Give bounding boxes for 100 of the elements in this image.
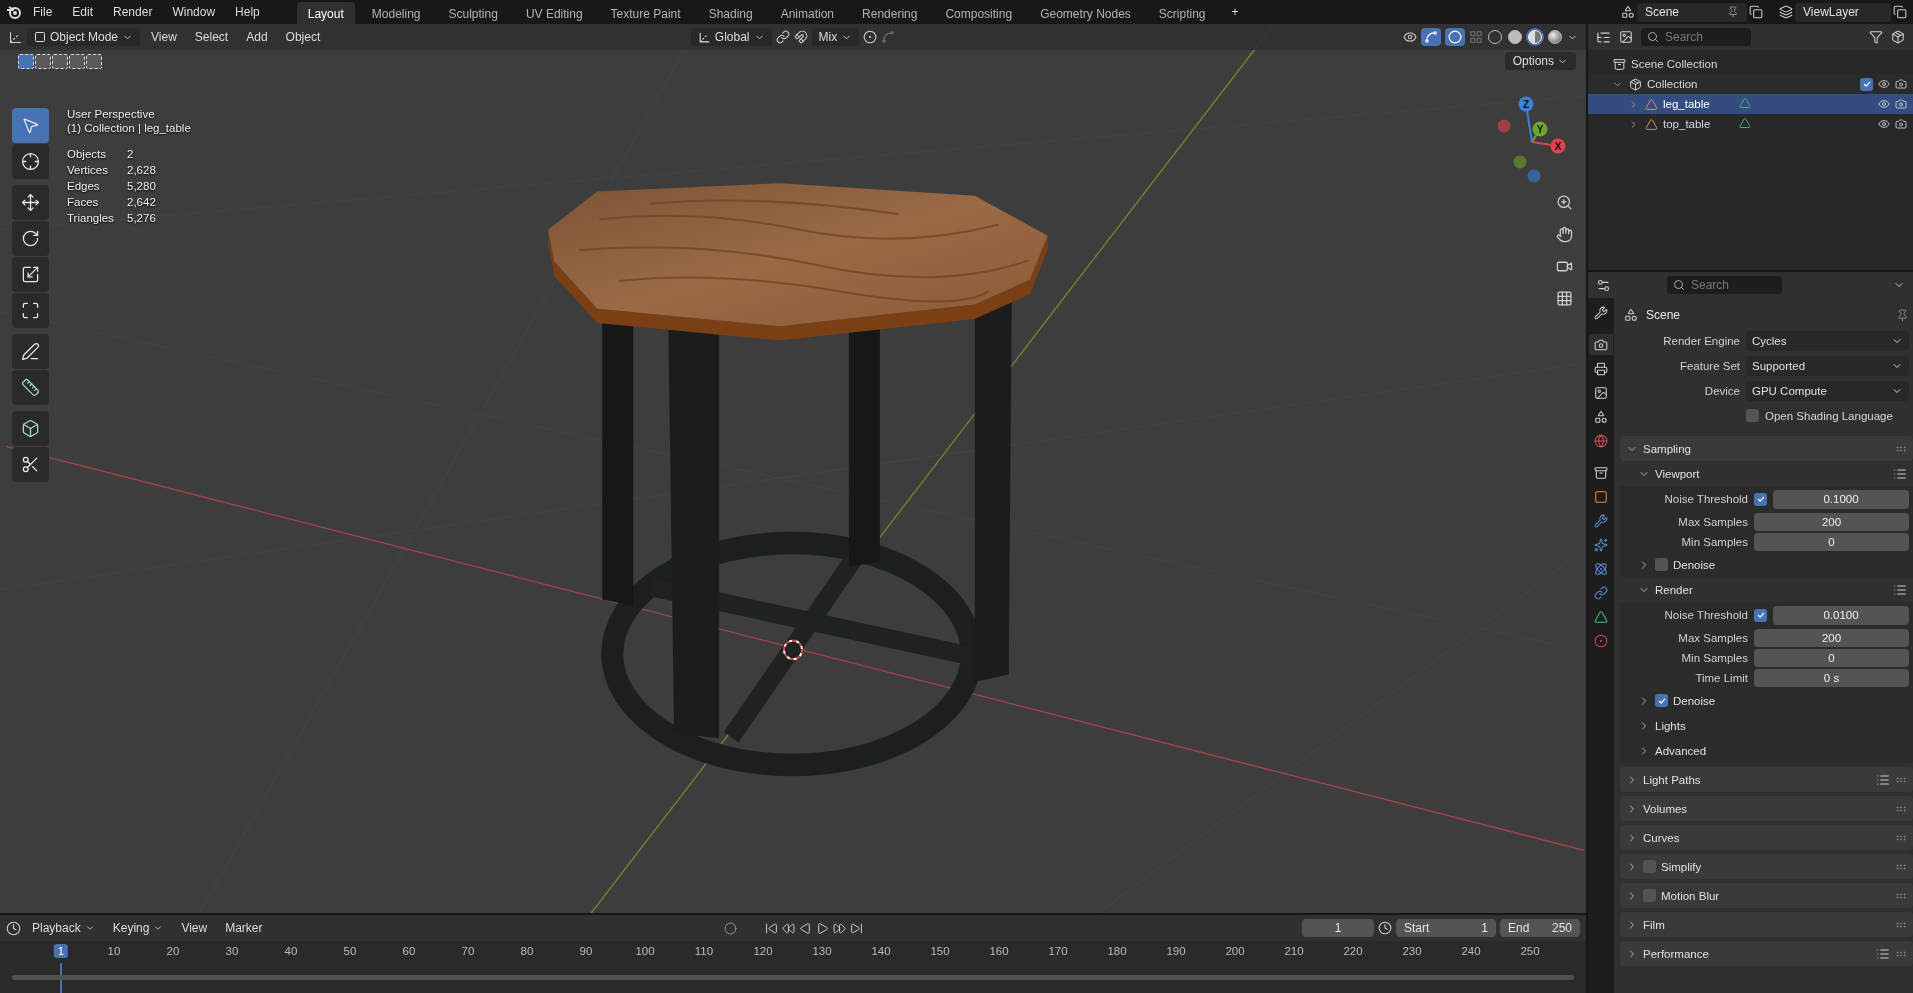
axis-handle[interactable] (1513, 155, 1527, 169)
visibility-icon[interactable] (1403, 30, 1417, 44)
checkbox[interactable] (1643, 889, 1656, 902)
workspace-tab[interactable]: UV Editing (514, 2, 594, 25)
overlay-toggle[interactable] (1445, 28, 1465, 46)
subpanel-header[interactable]: Viewport (1620, 461, 1913, 486)
pin-icon[interactable] (1896, 308, 1909, 322)
presets-icon[interactable] (1876, 772, 1890, 787)
preview-range-icon[interactable] (1378, 921, 1392, 935)
panel-header[interactable]: Sampling (1620, 436, 1913, 461)
workspace-tab[interactable]: Scripting (1147, 2, 1217, 25)
editor-type-icon[interactable] (1596, 277, 1611, 293)
workspace-tab[interactable]: Rendering (851, 2, 929, 25)
menu-item[interactable]: Help (226, 2, 269, 22)
grid-icon[interactable] (1555, 289, 1573, 307)
current-frame-field[interactable]: 1 (1302, 919, 1374, 937)
render-camera-icon[interactable] (1895, 118, 1907, 130)
subpanel-header[interactable]: Advanced (1620, 738, 1913, 763)
selection-mode-button[interactable] (86, 53, 102, 69)
presets-icon[interactable] (1876, 946, 1890, 961)
search-field[interactable]: Search (1641, 28, 1751, 46)
play-icon[interactable] (815, 921, 829, 935)
gizmo-toggle[interactable] (1421, 28, 1441, 46)
subpanel-header[interactable]: Render (1620, 577, 1913, 602)
number-field[interactable]: 0.0100 (1773, 605, 1909, 625)
proportional-edit-icon[interactable] (863, 30, 878, 44)
number-field[interactable]: 0 (1754, 533, 1909, 551)
panel-header[interactable]: Film (1620, 912, 1913, 937)
outliner-row[interactable]: Scene Collection (1588, 54, 1913, 74)
menu-item[interactable]: Marker (218, 919, 270, 937)
pivot-icon[interactable] (775, 30, 790, 44)
new-collection-icon[interactable] (1891, 30, 1905, 44)
checkbox[interactable] (1655, 558, 1668, 571)
orientation-dropdown[interactable]: Global (690, 28, 772, 46)
selection-mode-button[interactable] (18, 53, 34, 69)
add-workspace-button[interactable]: + (1222, 2, 1248, 22)
visibility-eye-icon[interactable] (1878, 118, 1890, 130)
menu-item[interactable]: Edit (63, 2, 103, 22)
outliner-row[interactable]: leg_table (1588, 94, 1913, 114)
checkbox[interactable] (1643, 860, 1656, 873)
zoom-icon[interactable] (1555, 193, 1573, 211)
scene-field[interactable]: Scene (1637, 2, 1747, 22)
tool-button[interactable] (12, 185, 49, 220)
panel-header[interactable]: Volumes (1620, 796, 1913, 821)
dropdown-field[interactable]: Cycles (1746, 330, 1909, 351)
number-field[interactable]: 0 (1754, 649, 1909, 667)
menu-item[interactable]: Window (163, 2, 225, 22)
xray-icon[interactable] (1469, 30, 1483, 44)
tool-button[interactable] (12, 221, 49, 256)
number-field[interactable]: 200 (1754, 629, 1909, 647)
workspace-tab[interactable]: Compositing (934, 2, 1024, 25)
hand-icon[interactable] (1555, 225, 1573, 243)
menu-item[interactable]: Select (187, 28, 236, 46)
visibility-eye-icon[interactable] (1878, 78, 1890, 90)
subpanel-header[interactable]: Lights (1620, 713, 1913, 738)
mesh-data-icon[interactable] (1739, 116, 1752, 129)
panel-header[interactable]: Light Paths (1620, 767, 1913, 792)
panel-header[interactable]: Performance (1620, 941, 1913, 966)
workspace-tab[interactable]: Animation (769, 2, 846, 25)
options-dropdown[interactable]: Options (1504, 52, 1576, 70)
duplicate-icon[interactable] (1893, 5, 1907, 19)
jump-end-icon[interactable] (849, 921, 863, 935)
workspace-tab[interactable]: Shading (697, 2, 764, 25)
duplicate-icon[interactable] (1749, 5, 1763, 19)
menu-item[interactable]: Add (239, 28, 275, 46)
axis-handle[interactable]: Z (1518, 96, 1534, 143)
presets-icon[interactable] (1893, 582, 1907, 597)
render-camera-icon[interactable] (1895, 98, 1907, 110)
exclude-checkbox[interactable] (1860, 77, 1873, 91)
checkbox[interactable] (1655, 694, 1668, 707)
menu-item[interactable]: Keying (105, 919, 171, 937)
view-layer-field[interactable]: ViewLayer (1795, 2, 1891, 22)
workspace-tab[interactable]: Texture Paint (599, 2, 692, 25)
workspace-tab[interactable]: Geometry Nodes (1029, 2, 1142, 25)
auto-key-icon[interactable] (723, 921, 737, 935)
next-keyframe-icon[interactable] (832, 921, 846, 935)
scrollbar[interactable] (12, 975, 1574, 980)
menu-item[interactable]: File (24, 2, 62, 22)
scene-icon[interactable] (1621, 5, 1635, 19)
tool-button[interactable] (12, 447, 49, 482)
subpanel-title[interactable]: Denoise (1673, 694, 1907, 707)
visibility-eye-icon[interactable] (1878, 98, 1890, 110)
axis-handle[interactable] (1527, 169, 1541, 183)
selection-mode-button[interactable] (69, 53, 85, 69)
tool-button[interactable] (12, 334, 49, 369)
menu-item[interactable]: Playback (25, 919, 102, 937)
shading-mode-button[interactable] (1508, 30, 1522, 44)
menu-item[interactable]: Render (104, 2, 162, 22)
end-frame-field[interactable]: End 250 (1500, 919, 1580, 937)
mode-dropdown[interactable]: Object Mode (27, 28, 141, 46)
mesh-data-icon[interactable] (1738, 96, 1751, 109)
tool-button[interactable] (12, 144, 49, 179)
editor-type-icon[interactable] (1596, 29, 1611, 45)
selection-mode-button[interactable] (35, 53, 51, 69)
tool-button[interactable] (12, 411, 49, 446)
menu-item[interactable]: View (144, 28, 184, 46)
search-field[interactable]: Search (1667, 276, 1782, 294)
menu-item[interactable]: View (174, 919, 215, 937)
checkbox[interactable] (1754, 608, 1767, 622)
dropdown-field[interactable]: Supported (1746, 355, 1909, 376)
